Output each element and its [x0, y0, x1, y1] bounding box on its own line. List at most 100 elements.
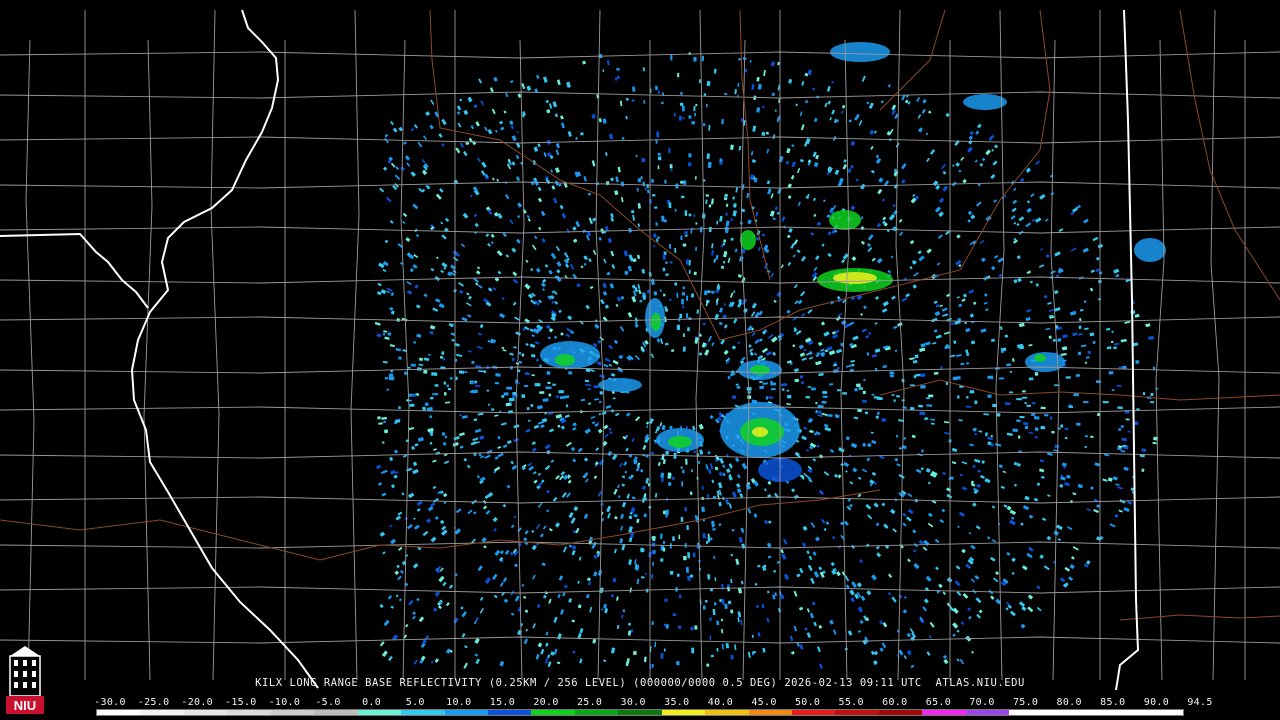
- echo-pixel: [565, 333, 571, 338]
- echo-pixel: [898, 474, 905, 479]
- echo-pixel: [1056, 524, 1063, 530]
- echo-pixel: [875, 157, 882, 164]
- echo-pixel: [469, 390, 473, 393]
- echo-pixel: [504, 549, 510, 555]
- echo-pixel: [970, 544, 976, 550]
- echo-pixel: [690, 469, 694, 473]
- echo-pixel: [901, 399, 905, 402]
- echo-pixel: [382, 166, 388, 171]
- echo-pixel: [503, 392, 509, 396]
- echo-pixel: [432, 307, 439, 312]
- county-line: [400, 39, 410, 681]
- echo-pixel: [625, 115, 628, 120]
- echo-pixel: [752, 125, 757, 132]
- echo-pixel: [998, 377, 1005, 380]
- echo-pixel: [804, 627, 808, 631]
- reflectivity-core: [833, 272, 877, 284]
- echo-pixel: [746, 192, 750, 199]
- echo-pixel: [762, 647, 766, 653]
- echo-pixel: [605, 180, 610, 186]
- echo-pixel: [464, 645, 468, 649]
- echo-pixel: [938, 583, 943, 589]
- echo-pixel: [484, 454, 491, 459]
- echo-pixel: [683, 180, 687, 185]
- echo-pixel: [751, 302, 757, 309]
- echo-pixel: [684, 231, 688, 235]
- echo-pixel: [435, 298, 441, 303]
- echo-pixel: [983, 301, 988, 305]
- echo-pixel: [681, 195, 685, 199]
- echo-pixel: [799, 158, 804, 163]
- echo-pixel: [1064, 566, 1071, 572]
- echo-pixel: [801, 357, 807, 361]
- echo-pixel: [1057, 538, 1062, 542]
- echo-pixel: [572, 427, 577, 431]
- echo-pixel: [956, 234, 961, 239]
- echo-pixel: [682, 469, 685, 474]
- echo-pixel: [669, 261, 673, 264]
- echo-pixel: [606, 505, 612, 513]
- echo-pixel: [620, 295, 625, 300]
- echo-pixel: [847, 630, 853, 636]
- echo-pixel: [796, 167, 801, 174]
- county-line: [840, 39, 850, 681]
- echo-pixel: [1116, 384, 1122, 387]
- echo-pixel: [1014, 483, 1017, 487]
- echo-pixel: [850, 140, 856, 147]
- echo-pixel: [665, 450, 669, 455]
- echo-pixel: [990, 338, 996, 343]
- echo-pixel: [686, 313, 689, 319]
- echo-pixel: [506, 386, 513, 390]
- echo-pixel: [512, 392, 517, 396]
- echo-pixel: [660, 558, 664, 562]
- echo-pixel: [729, 292, 734, 298]
- echo-pixel: [866, 242, 872, 247]
- echo-pixel: [524, 609, 529, 614]
- echo-pixel: [602, 69, 605, 73]
- echo-pixel: [761, 603, 765, 609]
- echo-pixel: [398, 598, 402, 602]
- scale-swatch: [1009, 710, 1053, 715]
- county-line: [25, 39, 35, 681]
- echo-pixel: [570, 517, 576, 524]
- echo-pixel: [1009, 370, 1013, 373]
- echo-pixel: [616, 596, 619, 601]
- echo-pixel: [797, 201, 801, 207]
- echo-pixel: [943, 658, 949, 665]
- echo-pixel: [585, 384, 592, 387]
- echo-pixel: [883, 523, 889, 529]
- state-line-west: [130, 9, 319, 689]
- echo-pixel: [398, 546, 403, 551]
- echo-pixel: [381, 650, 388, 657]
- echo-pixel: [705, 199, 708, 204]
- echo-pixel: [974, 575, 980, 580]
- echo-pixel: [799, 111, 803, 117]
- echo-pixel: [922, 546, 928, 551]
- echo-pixel: [859, 559, 864, 564]
- echo-pixel: [833, 473, 839, 478]
- reflectivity-core: [829, 210, 861, 230]
- echo-pixel: [829, 117, 832, 121]
- echo-pixel: [774, 109, 777, 112]
- echo-pixel: [589, 285, 594, 290]
- echo-pixel: [952, 607, 959, 614]
- echo-pixel: [979, 162, 984, 167]
- echo-pixel: [553, 616, 558, 624]
- echo-pixel: [818, 489, 825, 496]
- echo-pixel: [961, 298, 966, 302]
- echo-pixel: [918, 255, 925, 262]
- echo-pixel: [852, 467, 858, 473]
- echo-pixel: [768, 333, 774, 339]
- echo-pixel: [730, 654, 734, 660]
- echo-pixel: [835, 571, 841, 577]
- echo-pixel: [815, 360, 822, 366]
- echo-pixel: [474, 222, 479, 228]
- echo-pixel: [956, 658, 960, 662]
- echo-pixel: [429, 330, 434, 335]
- echo-pixel: [411, 394, 417, 397]
- echo-pixel: [740, 527, 745, 533]
- echo-pixel: [705, 599, 708, 603]
- echo-pixel: [571, 545, 577, 550]
- echo-pixel: [651, 542, 656, 547]
- echo-pixel: [653, 291, 658, 296]
